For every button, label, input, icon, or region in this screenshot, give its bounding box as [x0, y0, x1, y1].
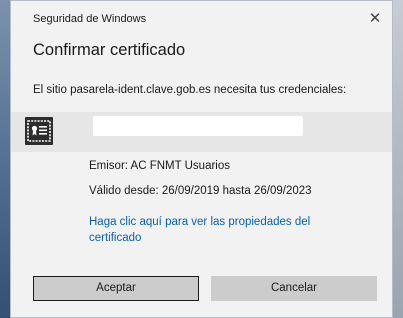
- certificate-name-redacted: [93, 116, 303, 136]
- dialog-heading: Confirmar certificado: [33, 41, 186, 59]
- window-title: Seguridad de Windows: [33, 13, 147, 25]
- desktop-background-left: [0, 0, 10, 318]
- certificate-list-item[interactable]: [11, 112, 392, 152]
- cancel-button[interactable]: Cancelar: [211, 276, 377, 301]
- certificate-properties-link[interactable]: Haga clic aquí para ver las propiedades …: [89, 214, 349, 246]
- accept-button[interactable]: Aceptar: [33, 276, 199, 301]
- credentials-message: El sitio pasarela-ident.clave.gob.es nec…: [33, 84, 347, 96]
- certificate-icon: [25, 117, 53, 145]
- windows-security-dialog: Seguridad de Windows ✕ Confirmar certifi…: [10, 0, 393, 318]
- title-bar: Seguridad de Windows ✕: [11, 1, 392, 35]
- close-icon[interactable]: ✕: [366, 10, 384, 28]
- certificate-validity: Válido desde: 26/09/2019 hasta 26/09/202…: [89, 185, 312, 197]
- desktop-background-right: [393, 0, 403, 318]
- certificate-issuer: Emisor: AC FNMT Usuarios: [89, 160, 231, 172]
